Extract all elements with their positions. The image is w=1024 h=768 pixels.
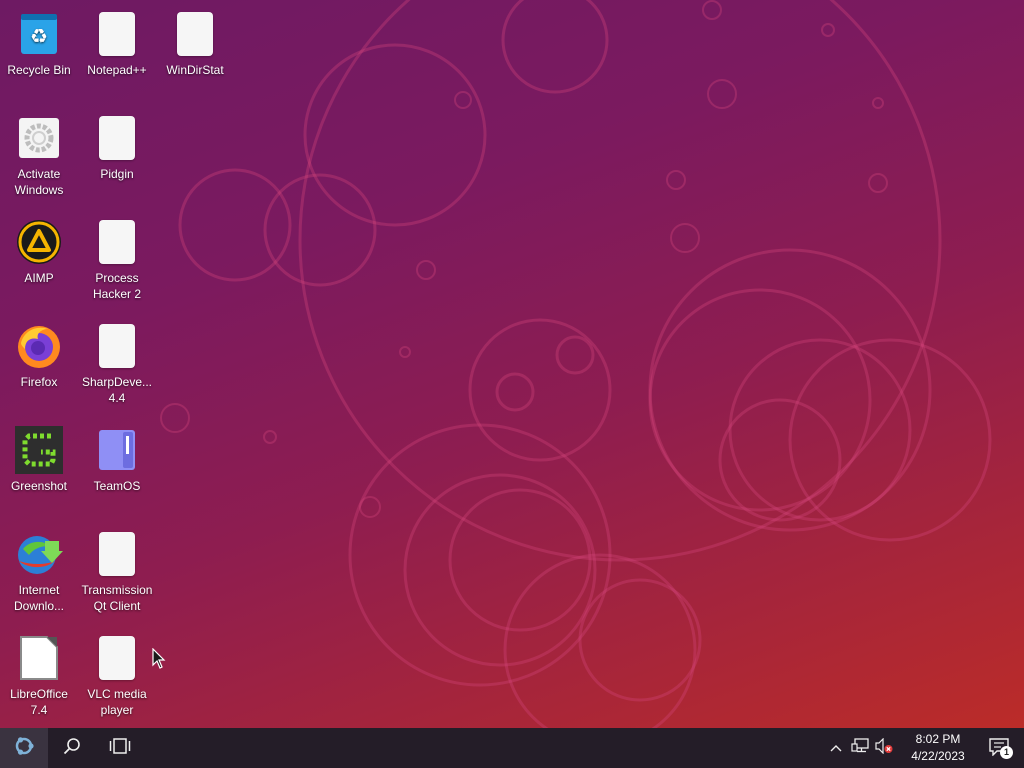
- blank-file-icon: [93, 634, 141, 682]
- desktop-icon-aimp[interactable]: AIMP: [0, 212, 78, 310]
- volume-muted-icon: [875, 737, 893, 759]
- blank-file-icon: [93, 530, 141, 578]
- start-button[interactable]: [0, 728, 48, 768]
- blank-file-icon: [171, 10, 219, 58]
- ubuntu-logo-icon: [13, 735, 35, 762]
- desktop-icon-label: AIMP: [24, 271, 54, 285]
- desktop-icon-label: Recycle Bin: [7, 63, 71, 77]
- blank-file-icon: [93, 114, 141, 162]
- clock[interactable]: 8:02 PM 4/22/2023: [900, 731, 976, 765]
- desktop-icon-windirstat[interactable]: WinDirStat: [156, 4, 234, 102]
- clock-date: 4/22/2023: [911, 749, 965, 763]
- network-button[interactable]: [848, 728, 872, 768]
- search-icon: [63, 737, 81, 760]
- desktop-icon-notepad-plus-plus[interactable]: Notepad++: [78, 4, 156, 102]
- desktop-icon-label: TeamOS: [93, 479, 141, 493]
- taskbar: 8:02 PM 4/22/2023 1: [0, 728, 1024, 768]
- mouse-cursor-icon: [152, 647, 166, 675]
- notification-icon: 1: [989, 738, 1013, 759]
- desktop-icon-libreoffice[interactable]: LibreOffice 7.4: [0, 628, 78, 726]
- volume-button[interactable]: [872, 728, 896, 768]
- desktop-icon-label: SharpDeve... 4.4: [81, 375, 153, 405]
- svg-text:♻: ♻: [30, 24, 48, 48]
- show-hidden-icons-button[interactable]: [824, 728, 848, 768]
- gear-icon: [15, 114, 63, 162]
- desktop-icon-label: Firefox: [20, 375, 58, 389]
- desktop-icon-greenshot[interactable]: Greenshot: [0, 420, 78, 518]
- blank-file-icon: [93, 218, 141, 266]
- desktop-icon-internet-download-manager[interactable]: Internet Downlo...: [0, 524, 78, 622]
- system-tray: 8:02 PM 4/22/2023 1: [824, 728, 1024, 768]
- desktop-icon-label: LibreOffice 7.4: [10, 687, 68, 717]
- desktop-icon-label: Notepad++: [87, 63, 147, 77]
- desktop-icon-firefox[interactable]: Firefox: [0, 316, 78, 414]
- network-icon: [851, 737, 869, 759]
- task-view-button[interactable]: [96, 728, 144, 768]
- desktop-icon-label: Pidgin: [100, 167, 134, 181]
- aimp-icon: [15, 218, 63, 266]
- recycle-bin-icon: ♻: [15, 10, 63, 58]
- desktop-icon-label: Process Hacker 2: [92, 271, 142, 301]
- internet-download-manager-icon: [15, 530, 63, 578]
- desktop-icon-activate-windows[interactable]: Activate Windows: [0, 108, 78, 206]
- chevron-up-icon: [830, 739, 842, 757]
- firefox-icon: [15, 322, 63, 370]
- blank-file-icon: [93, 322, 141, 370]
- action-center-button[interactable]: 1: [976, 728, 1024, 768]
- task-view-icon: [109, 737, 131, 759]
- desktop-icon-recycle-bin[interactable]: ♻ Recycle Bin: [0, 4, 78, 102]
- blank-file-icon: [93, 10, 141, 58]
- desktop-icon-label: WinDirStat: [166, 63, 224, 77]
- desktop-icon-teamos[interactable]: TeamOS: [78, 420, 156, 518]
- greenshot-icon: [15, 426, 63, 474]
- desktop-icon-label: VLC media player: [87, 687, 147, 717]
- desktop-icon-label: Greenshot: [10, 479, 68, 493]
- folder-icon: [93, 426, 141, 474]
- desktop-icon-sharpdevelop[interactable]: SharpDeve... 4.4: [78, 316, 156, 414]
- libreoffice-icon: [15, 634, 63, 682]
- search-button[interactable]: [48, 728, 96, 768]
- clock-time: 8:02 PM: [915, 732, 961, 746]
- desktop-icon-label: Transmission Qt Client: [81, 583, 153, 613]
- desktop-icon-process-hacker[interactable]: Process Hacker 2: [78, 212, 156, 310]
- desktop-icon-transmission[interactable]: Transmission Qt Client: [78, 524, 156, 622]
- desktop-icon-label: Activate Windows: [14, 167, 64, 197]
- desktop-icon-pidgin[interactable]: Pidgin: [78, 108, 156, 206]
- notification-count-badge: 1: [1000, 746, 1013, 759]
- desktop-icon-vlc[interactable]: VLC media player: [78, 628, 156, 726]
- desktop-icon-label: Internet Downlo...: [13, 583, 65, 613]
